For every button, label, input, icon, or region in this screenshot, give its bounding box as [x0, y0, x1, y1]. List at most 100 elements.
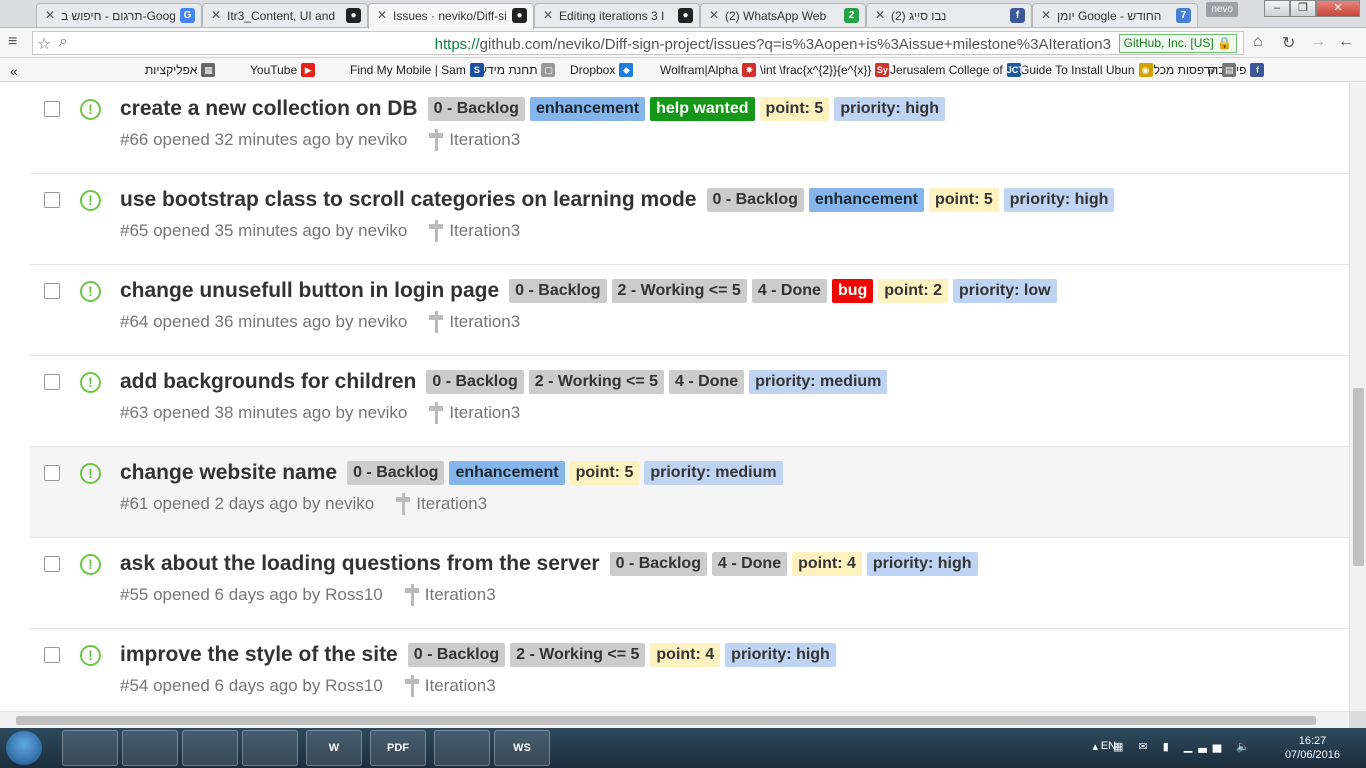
browser-tab[interactable]: ✕ (2) נבו סייג f: [866, 3, 1032, 27]
taskbar-word-icon[interactable]: W: [306, 730, 362, 766]
issue-label[interactable]: point: 4: [792, 552, 862, 576]
issue-label[interactable]: help wanted: [650, 97, 755, 121]
issue-select-checkbox[interactable]: [44, 556, 60, 572]
close-tab-icon[interactable]: ✕: [1041, 8, 1051, 22]
vertical-scrollbar[interactable]: [1349, 83, 1366, 711]
bookmark-item[interactable]: אפליקציות ▦: [145, 63, 216, 77]
browser-tab[interactable]: ✕ Editing iterations 3 I ●: [534, 3, 700, 27]
milestone-link[interactable]: Iteration3: [449, 403, 520, 423]
issue-select-checkbox[interactable]: [44, 192, 60, 208]
url-text[interactable]: https://github.com/neviko/Diff-sign-proj…: [435, 36, 1111, 53]
reload-icon[interactable]: ↻: [1282, 33, 1295, 53]
issue-label[interactable]: point: 5: [569, 461, 640, 485]
issue-label[interactable]: 0 - Backlog: [426, 370, 524, 394]
bookmark-item[interactable]: Find My Mobile | Sam S: [350, 63, 484, 77]
close-tab-icon[interactable]: ✕: [543, 8, 553, 22]
vertical-scroll-thumb[interactable]: [1353, 388, 1364, 566]
milestone-link[interactable]: Iteration3: [449, 312, 520, 332]
close-window-button[interactable]: ✕: [1316, 0, 1360, 17]
close-tab-icon[interactable]: ✕: [45, 8, 55, 22]
issue-label[interactable]: priority: high: [725, 643, 836, 667]
issue-label[interactable]: point: 5: [929, 188, 999, 212]
issue-title-link[interactable]: create a new collection on DB: [120, 97, 418, 121]
taskbar-explorer-icon[interactable]: [122, 730, 178, 766]
close-tab-icon[interactable]: ✕: [709, 8, 719, 22]
issue-title-link[interactable]: change unusefull button in login page: [120, 279, 499, 303]
bookmark-item[interactable]: Dropbox ◆: [570, 63, 634, 77]
issue-label[interactable]: enhancement: [808, 188, 924, 212]
more-bookmarks-chevron-icon[interactable]: «: [10, 63, 18, 79]
home-icon[interactable]: ⌂: [1253, 33, 1263, 51]
issue-label[interactable]: enhancement: [529, 97, 646, 121]
issue-select-checkbox[interactable]: [44, 465, 60, 481]
bookmark-item[interactable]: \int \frac{x^{2}}{e^{x}} Sy: [760, 63, 890, 77]
issue-title-link[interactable]: change website name: [120, 461, 337, 485]
profile-badge[interactable]: nevo: [1206, 2, 1238, 17]
issue-label[interactable]: 0 - Backlog: [407, 643, 506, 667]
close-tab-icon[interactable]: ✕: [211, 8, 221, 22]
issue-label[interactable]: priority: medium: [749, 370, 888, 394]
close-tab-icon[interactable]: ✕: [875, 8, 885, 22]
issue-label[interactable]: bug: [831, 279, 874, 303]
issue-row[interactable]: ! change unusefull button in login page 0 …: [30, 265, 1349, 356]
issue-title-link[interactable]: use bootstrap class to scroll categories…: [120, 188, 697, 212]
system-clock[interactable]: 16:27 07/06/2016: [1285, 734, 1340, 762]
issue-row[interactable]: ! change website name 0 - Backlog enhanceme…: [30, 447, 1349, 538]
browser-tab[interactable]: ✕ Issues · neviko/Diff-sign ●: [368, 3, 534, 29]
bookmark-item[interactable]: Guide To Install Ubun ◉: [1020, 63, 1153, 77]
issue-label[interactable]: 4 - Done: [751, 279, 827, 303]
issue-title-link[interactable]: improve the style of the site: [120, 643, 398, 667]
issue-label[interactable]: priority: high: [834, 97, 945, 121]
minimize-button[interactable]: ‒: [1264, 0, 1290, 17]
issue-row[interactable]: ! ask about the loading questions from th…: [30, 538, 1349, 629]
browser-tab[interactable]: ✕ יומן Google - החודש 7: [1032, 3, 1198, 27]
taskbar-chrome-icon[interactable]: [62, 730, 118, 766]
taskbar-webstorm-icon[interactable]: WS: [494, 730, 550, 766]
address-bar[interactable]: ☆ ⌕ https://github.com/neviko/Diff-sign-…: [32, 31, 1244, 55]
forward-icon[interactable]: →: [1310, 33, 1326, 51]
taskbar-pdf-icon[interactable]: PDF: [370, 730, 426, 766]
issue-label[interactable]: priority: high: [1003, 188, 1115, 212]
milestone-link[interactable]: Iteration3: [416, 494, 487, 514]
issue-select-checkbox[interactable]: [44, 647, 60, 663]
horizontal-scrollbar[interactable]: [0, 711, 1349, 728]
issue-label[interactable]: point: 4: [650, 643, 721, 667]
bookmark-item[interactable]: Wolfram|Alpha ✸: [660, 63, 757, 77]
issue-row[interactable]: ! improve the style of the site 0 - Backlo…: [30, 629, 1349, 711]
issue-label[interactable]: 0 - Backlog: [509, 279, 607, 303]
issue-select-checkbox[interactable]: [44, 374, 60, 390]
issue-title-link[interactable]: ask about the loading questions from the…: [120, 552, 600, 576]
issue-label[interactable]: point: 5: [759, 97, 830, 121]
browser-tab[interactable]: ✕ (2) WhatsApp Web 2: [700, 3, 866, 27]
browser-tab[interactable]: ✕ Itr3_Content, UI and ●: [202, 3, 368, 27]
issue-title-link[interactable]: add backgrounds for children: [120, 370, 416, 394]
issue-row[interactable]: ! use bootstrap class to scroll categorie…: [30, 174, 1349, 265]
issue-select-checkbox[interactable]: [44, 283, 60, 299]
horizontal-scroll-thumb[interactable]: [16, 716, 1316, 725]
milestone-link[interactable]: Iteration3: [449, 130, 520, 150]
issue-label[interactable]: 0 - Backlog: [427, 97, 525, 121]
start-button[interactable]: [6, 731, 42, 765]
bookmark-item[interactable]: YouTube ▶: [250, 63, 316, 77]
issue-select-checkbox[interactable]: [44, 101, 60, 117]
milestone-link[interactable]: Iteration3: [449, 221, 520, 241]
browser-tab[interactable]: ✕ תרגום - חיפוש ב-Google G: [36, 3, 202, 27]
bookmark-item[interactable]: Jerusalem College of JCT: [890, 63, 1024, 77]
close-tab-icon[interactable]: ✕: [377, 8, 387, 22]
issue-label[interactable]: 2 - Working <= 5: [510, 643, 646, 667]
bookmark-item[interactable]: תחנת מידע ▢: [480, 63, 556, 77]
milestone-link[interactable]: Iteration3: [425, 585, 496, 605]
issue-label[interactable]: 2 - Working <= 5: [528, 370, 665, 394]
taskbar-apps-grid-icon[interactable]: [182, 730, 238, 766]
taskbar-sticky-notes-icon[interactable]: [242, 730, 298, 766]
issue-label[interactable]: 2 - Working <= 5: [611, 279, 747, 303]
back-icon[interactable]: ←: [1338, 33, 1354, 51]
maximize-button[interactable]: ❐: [1290, 0, 1316, 17]
bookmark-item[interactable]: הדפסות מכללה ▤: [1140, 63, 1237, 77]
ssl-certificate-badge[interactable]: GitHub, Inc. [US] 🔒: [1118, 34, 1237, 53]
issue-label[interactable]: enhancement: [449, 461, 565, 485]
issue-label[interactable]: point: 2: [878, 279, 949, 303]
menu-icon[interactable]: ≡: [8, 33, 17, 51]
issue-label[interactable]: priority: low: [953, 279, 1057, 303]
star-icon[interactable]: ☆: [37, 34, 51, 54]
